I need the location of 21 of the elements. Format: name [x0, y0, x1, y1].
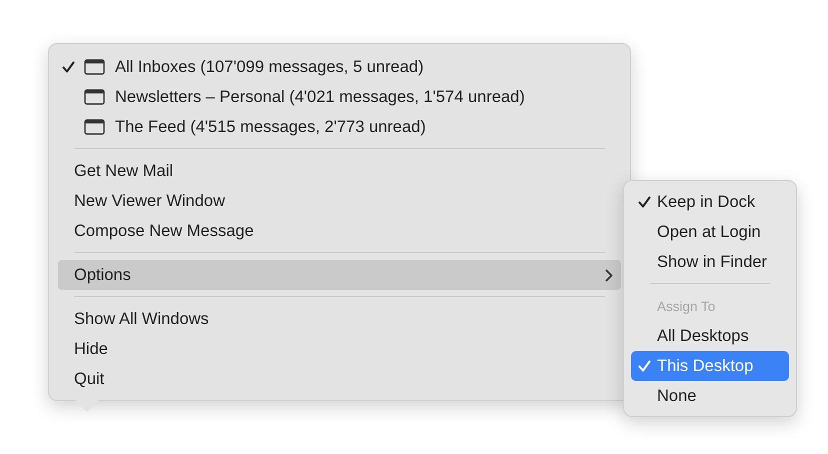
menu-item[interactable]: Get New Mail — [58, 156, 621, 186]
menu-item[interactable]: None — [631, 381, 789, 411]
menu-item[interactable]: Quit — [58, 364, 621, 394]
menu-item[interactable]: Show in Finder — [631, 247, 789, 277]
menu-item[interactable]: The Feed (4'515 messages, 2'773 unread) — [58, 112, 621, 142]
section-heading: Assign To — [656, 298, 716, 316]
menu-item[interactable]: All Desktops — [631, 321, 789, 351]
menu-item[interactable]: Show All Windows — [58, 304, 621, 334]
window-icon — [84, 119, 105, 135]
menu-item[interactable]: Keep in Dock — [631, 187, 789, 217]
window-icon — [84, 89, 105, 105]
window-icon — [84, 59, 105, 75]
menu-item[interactable]: All Inboxes (107'099 messages, 5 unread) — [58, 52, 621, 82]
menu-item[interactable]: New Viewer Window — [58, 186, 621, 216]
menu-item[interactable]: Newsletters – Personal (4'021 messages, 1'574 unread) — [58, 82, 621, 112]
menu-item[interactable]: This Desktop — [631, 351, 789, 381]
menu-item[interactable]: Options — [58, 260, 621, 290]
menu-item[interactable]: Open at Login — [631, 217, 789, 247]
menu-item[interactable]: Compose New Message — [58, 216, 621, 246]
menu-item[interactable]: Hide — [58, 334, 621, 364]
chevron-icon — [605, 268, 613, 282]
